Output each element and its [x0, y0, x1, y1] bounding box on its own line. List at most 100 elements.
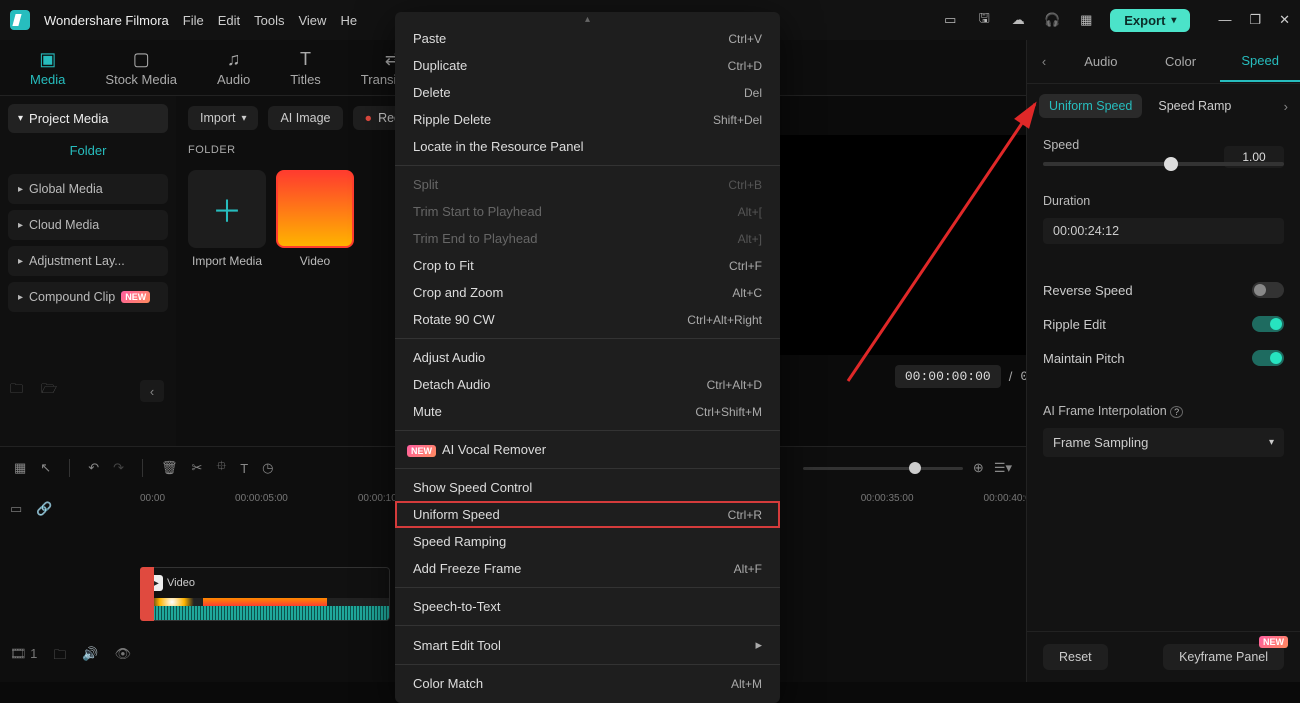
track-add-icon[interactable]: 🗀: [53, 646, 66, 668]
keyframe-panel-button[interactable]: Keyframe PanelNEW: [1163, 644, 1284, 670]
track-video-icon[interactable]: 🎞 1: [10, 646, 37, 668]
chevron-right-icon[interactable]: ›: [1284, 99, 1288, 114]
subtab-speed-ramp[interactable]: Speed Ramp: [1148, 94, 1241, 118]
video-clip[interactable]: ▶Video: [140, 567, 390, 621]
menu-item[interactable]: Add Freeze FrameAlt+F: [395, 555, 780, 582]
reset-button[interactable]: Reset: [1043, 644, 1108, 670]
export-button[interactable]: Export▾: [1110, 9, 1190, 32]
subtab-uniform-speed[interactable]: Uniform Speed: [1039, 94, 1142, 118]
tab-speed[interactable]: Speed: [1220, 41, 1300, 82]
interpolation-dropdown[interactable]: Frame Sampling▾: [1043, 428, 1284, 457]
import-button[interactable]: Import▾: [188, 106, 258, 130]
menu-item[interactable]: NEWAI Vocal Remover: [395, 436, 780, 463]
menu-item[interactable]: Locate in the Resource Panel: [395, 133, 780, 160]
tab-media[interactable]: ▣Media: [30, 40, 65, 95]
support-icon[interactable]: 🎧: [1042, 10, 1062, 30]
grid-icon[interactable]: ▦: [14, 460, 26, 476]
caret-up-icon[interactable]: ▴: [395, 14, 780, 25]
import-media-card[interactable]: ＋ Import Media: [188, 170, 266, 268]
layout-icon[interactable]: ▭: [940, 10, 960, 30]
maximize-icon[interactable]: ❐: [1249, 12, 1261, 28]
menu-item[interactable]: PasteCtrl+V: [395, 25, 780, 52]
menu-item[interactable]: DuplicateCtrl+D: [395, 52, 780, 79]
menu-file[interactable]: File: [183, 13, 204, 28]
save-icon[interactable]: 🖫: [974, 10, 994, 30]
menu-item[interactable]: Ripple DeleteShift+Del: [395, 106, 780, 133]
menu-edit[interactable]: Edit: [218, 13, 240, 28]
sidebar-item-adjustment[interactable]: ▸Adjustment Lay...: [8, 246, 168, 276]
zoom-slider[interactable]: [803, 467, 963, 470]
view-options-icon[interactable]: ☰▾: [994, 460, 1012, 476]
sidebar-item-compound[interactable]: ▸Compound ClipNEW: [8, 282, 168, 312]
slider-knob[interactable]: [1164, 157, 1178, 171]
info-icon[interactable]: ?: [1170, 406, 1183, 418]
ripple-edit-toggle[interactable]: [1252, 316, 1284, 332]
redo-icon[interactable]: ↷: [113, 460, 124, 476]
undo-icon[interactable]: ↶: [88, 460, 99, 476]
menu-item[interactable]: Crop to FitCtrl+F: [395, 252, 780, 279]
tab-color[interactable]: Color: [1141, 42, 1221, 81]
track-visibility-icon[interactable]: 👁: [115, 646, 132, 668]
new-bin-icon[interactable]: 🗁: [41, 380, 57, 402]
menu-item[interactable]: Color MatchAlt+M: [395, 670, 780, 697]
menu-item[interactable]: Detach AudioCtrl+Alt+D: [395, 371, 780, 398]
sidebar-item-label: Compound Clip: [29, 290, 115, 304]
menu-item[interactable]: Rotate 90 CWCtrl+Alt+Right: [395, 306, 780, 333]
chevron-right-icon: ▸: [18, 292, 23, 303]
video-clip-card[interactable]: Video: [276, 170, 354, 268]
cloud-icon[interactable]: ☁: [1008, 10, 1028, 30]
sidebar-item-global[interactable]: ▸Global Media: [8, 174, 168, 204]
text-icon[interactable]: T: [240, 461, 248, 476]
crop-icon[interactable]: ⯐: [216, 457, 226, 479]
plus-icon: ＋: [188, 170, 266, 248]
maintain-pitch-toggle[interactable]: [1252, 350, 1284, 366]
new-folder-icon[interactable]: 🗀: [10, 380, 23, 402]
playhead-icon[interactable]: [140, 567, 154, 621]
menu-item[interactable]: Speech-to-Text: [395, 593, 780, 620]
zoom-in-icon[interactable]: ⊕: [973, 460, 984, 476]
tab-audio[interactable]: Audio: [1061, 42, 1141, 81]
tab-titles[interactable]: TTitles: [290, 40, 321, 95]
zoom-knob[interactable]: [909, 462, 921, 474]
ai-image-button[interactable]: AI Image: [268, 106, 342, 130]
thumb-caption: Video: [300, 254, 330, 268]
menu-item[interactable]: DeleteDel: [395, 79, 780, 106]
tab-audio[interactable]: ♫Audio: [217, 40, 250, 95]
menu-item[interactable]: Speed Ramping: [395, 528, 780, 555]
panel-back-icon[interactable]: ‹: [1027, 54, 1061, 69]
maintain-pitch-label: Maintain Pitch: [1043, 351, 1125, 366]
import-label: Import: [200, 111, 235, 125]
collapse-sidebar-button[interactable]: ‹: [140, 380, 164, 402]
sidebar-project-media[interactable]: ▾Project Media: [8, 104, 168, 133]
cut-icon[interactable]: ✂: [192, 460, 203, 476]
pointer-icon[interactable]: ↖: [40, 460, 51, 476]
speed-slider[interactable]: [1043, 162, 1284, 166]
tab-stock-media[interactable]: ▢Stock Media: [105, 40, 177, 95]
timeline-track[interactable]: ▶Video: [140, 567, 390, 621]
menu-item[interactable]: Adjust Audio: [395, 344, 780, 371]
menu-item[interactable]: Smart Edit Tool▸: [395, 631, 780, 659]
sidebar-item-cloud[interactable]: ▸Cloud Media: [8, 210, 168, 240]
folder-label[interactable]: Folder: [8, 133, 168, 168]
menu-tools[interactable]: Tools: [254, 13, 284, 28]
menu-help[interactable]: He: [340, 13, 357, 28]
menu-item[interactable]: Crop and ZoomAlt+C: [395, 279, 780, 306]
minimize-icon[interactable]: —: [1218, 12, 1231, 28]
menu-item[interactable]: Uniform SpeedCtrl+R: [395, 501, 780, 528]
ruler-mark: 00:00: [140, 493, 165, 504]
media-icon: ▣: [39, 49, 56, 70]
menu-view[interactable]: View: [298, 13, 326, 28]
sidebar-label: Project Media: [29, 111, 108, 126]
close-icon[interactable]: ✕: [1279, 12, 1290, 28]
link-icon[interactable]: 🔗: [36, 501, 52, 517]
apps-icon[interactable]: ▦: [1076, 10, 1096, 30]
menu-item[interactable]: Show Speed Control: [395, 474, 780, 501]
ruler-mark: 00:00:35:00: [861, 493, 914, 504]
duration-input[interactable]: 00:00:24:12: [1043, 218, 1284, 244]
delete-icon[interactable]: 🗑: [161, 460, 178, 476]
timeline-layout-icon[interactable]: ▭: [10, 501, 22, 517]
speed-icon[interactable]: ◷: [262, 460, 273, 476]
reverse-speed-toggle[interactable]: [1252, 282, 1284, 298]
menu-item[interactable]: MuteCtrl+Shift+M: [395, 398, 780, 425]
track-mute-icon[interactable]: 🔊: [82, 646, 98, 668]
